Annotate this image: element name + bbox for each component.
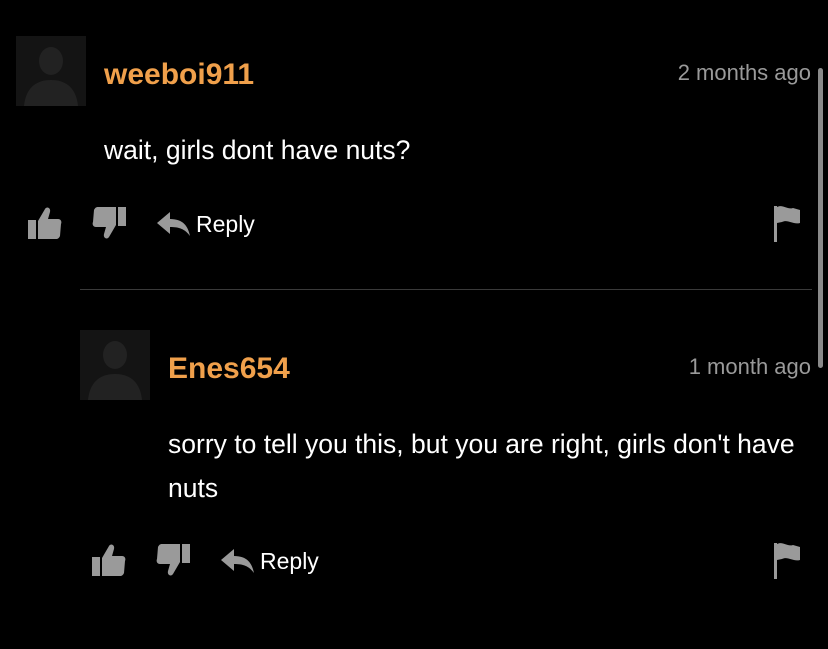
flag-icon [774,206,800,242]
scrollbar[interactable] [818,68,823,368]
divider [80,289,812,290]
upvote-button[interactable] [91,543,127,577]
thumbs-down-icon [92,207,126,239]
username[interactable]: weeboi911 [104,60,254,90]
flag-icon [774,543,800,579]
timestamp: 2 months ago [677,60,811,85]
comment-text: wait, girls dont have nuts? [104,135,411,165]
avatar[interactable] [80,330,150,400]
timestamp: 1 month ago [688,354,811,379]
flag-button[interactable] [773,204,801,242]
reply-label: Reply [196,210,255,237]
thumbs-up-icon [92,544,126,576]
avatar-silhouette-icon [16,36,86,106]
avatar[interactable] [16,36,86,106]
upvote-button[interactable] [27,206,63,240]
comment-text: sorry to tell you this, but you are righ… [168,429,795,503]
reply-button[interactable]: Reply [220,548,319,574]
avatar-silhouette-icon [80,330,150,400]
thumbs-up-icon [28,207,62,239]
reply-button[interactable]: Reply [156,211,255,237]
reply-arrow-icon [157,212,190,236]
thumbs-down-icon [156,544,190,576]
downvote-button[interactable] [91,206,127,240]
username[interactable]: Enes654 [168,354,290,384]
reply-label: Reply [260,547,319,574]
reply-arrow-icon [221,549,254,573]
flag-button[interactable] [773,541,801,579]
downvote-button[interactable] [155,543,191,577]
